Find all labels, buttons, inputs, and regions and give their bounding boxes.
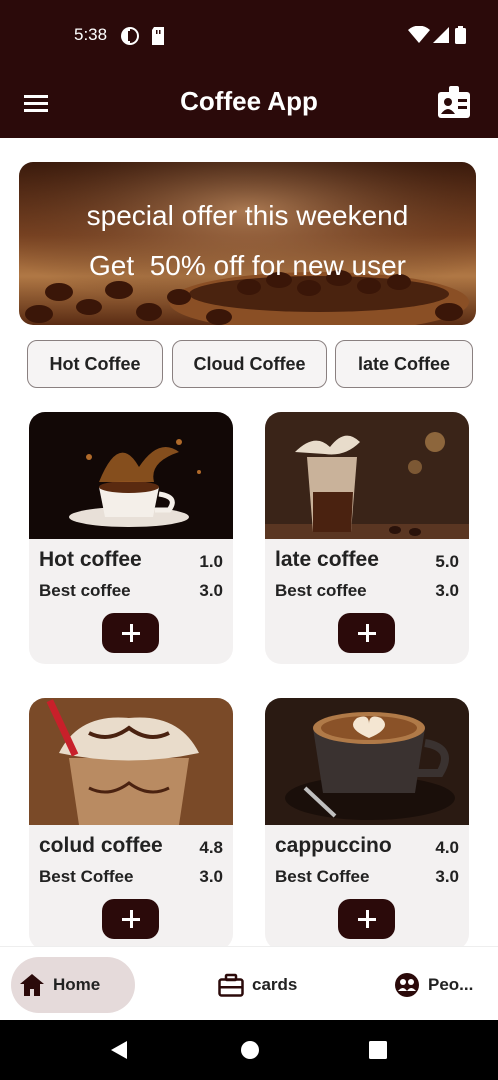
product-subtitle: Best Coffee: [275, 867, 370, 886]
app-title: Coffee App: [180, 86, 318, 116]
add-to-cart-button[interactable]: [338, 613, 395, 653]
category-chip-cloud-coffee[interactable]: Cloud Coffee: [172, 340, 327, 388]
briefcase-icon: [218, 973, 244, 997]
product-rating: 4.0: [435, 838, 459, 857]
bottom-navigation: Home cards Peo...: [0, 946, 498, 1020]
back-icon[interactable]: [109, 1040, 129, 1060]
sd-card-icon: [152, 27, 164, 45]
home-circle-icon[interactable]: [240, 1040, 260, 1060]
product-subtitle: Best coffee: [39, 581, 131, 600]
banner-subline: Get 50% off for new user: [89, 250, 406, 281]
product-name: late coffee: [275, 548, 379, 571]
system-navigation-bar: [0, 1020, 498, 1080]
product-price: 3.0: [435, 581, 459, 600]
nav-people[interactable]: Peo...: [394, 957, 473, 1013]
category-chip-late-coffee[interactable]: late Coffee: [335, 340, 473, 388]
cloud-coffee-image: [29, 698, 233, 825]
nav-people-label: Peo...: [428, 975, 474, 994]
coffee-beans-image: [19, 162, 476, 325]
product-rating: 1.0: [199, 552, 223, 571]
product-name: Hot coffee: [39, 548, 142, 571]
status-bar: 5:38: [0, 0, 498, 68]
product-subtitle: Best Coffee: [39, 867, 134, 886]
product-name: colud coffee: [39, 834, 163, 857]
add-to-cart-button[interactable]: [102, 899, 159, 939]
home-icon: [20, 974, 44, 996]
product-rating: 4.8: [199, 838, 223, 857]
product-price: 3.0: [435, 867, 459, 886]
latte-coffee-image: [265, 412, 469, 539]
product-price: 3.0: [199, 867, 223, 886]
cappuccino-image: [265, 698, 469, 825]
hot-coffee-image: [29, 412, 233, 539]
nav-home-label: Home: [53, 975, 101, 994]
category-chip-hot-coffee[interactable]: Hot Coffee: [27, 340, 163, 388]
id-badge-icon[interactable]: [436, 84, 472, 120]
app-bar: Coffee App: [0, 68, 498, 138]
promo-banner[interactable]: special offer this weekend Get 50% off f…: [19, 162, 476, 325]
add-to-cart-button[interactable]: [102, 613, 159, 653]
product-card[interactable]: Hot coffee 1.0 Best coffee 3.0: [29, 412, 233, 664]
product-card[interactable]: late coffee 5.0 Best coffee 3.0: [265, 412, 469, 664]
wifi-icon: [408, 26, 430, 43]
product-rating: 5.0: [435, 552, 459, 571]
nav-cards-label: cards: [252, 975, 298, 994]
battery-icon: [455, 26, 466, 44]
recents-icon[interactable]: [369, 1041, 387, 1059]
add-to-cart-button[interactable]: [338, 899, 395, 939]
banner-headline: special offer this weekend: [86, 200, 409, 231]
status-time: 5:38: [74, 25, 108, 44]
product-name: cappuccino: [275, 834, 392, 857]
product-price: 3.0: [199, 581, 223, 600]
people-icon: [395, 973, 419, 997]
nav-home[interactable]: Home: [11, 957, 135, 1013]
product-card[interactable]: cappuccino 4.0 Best Coffee 3.0: [265, 698, 469, 950]
nav-cards[interactable]: cards: [218, 957, 297, 1013]
product-card[interactable]: colud coffee 4.8 Best Coffee 3.0: [29, 698, 233, 950]
assistant-status-icon: [121, 27, 139, 45]
product-subtitle: Best coffee: [275, 581, 367, 600]
cell-signal-icon: [433, 27, 449, 43]
